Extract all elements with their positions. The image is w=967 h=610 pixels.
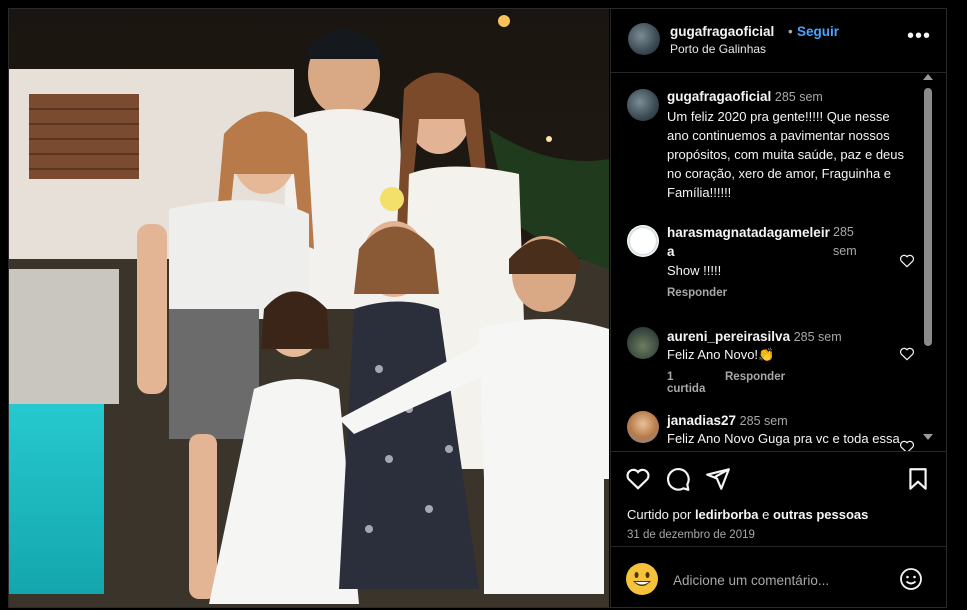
author-username[interactable]: gugafragaoficial — [670, 24, 774, 39]
likes-others[interactable]: outras pessoas — [773, 507, 868, 522]
separator-dot: • — [788, 24, 793, 39]
comment-header: janadias27 285 sem — [667, 411, 907, 431]
post-side-panel: gugafragaoficial • Seguir Porto de Galin… — [610, 9, 946, 607]
comment-input[interactable] — [671, 569, 895, 591]
comment-text: Feliz Ano Novo Guga pra vc e toda essa f… — [667, 431, 900, 451]
author-avatar[interactable] — [628, 23, 660, 55]
post-date[interactable]: 31 de dezembro de 2019 — [627, 529, 755, 541]
likes-mid: e — [762, 507, 770, 522]
add-comment-bar — [611, 546, 946, 607]
post-actions: Curtido por ledirborba e outras pessoas … — [611, 451, 946, 547]
comment-avatar[interactable] — [627, 225, 659, 257]
comment-avatar[interactable] — [627, 411, 659, 443]
post-modal: gugafragaoficial • Seguir Porto de Galin… — [8, 8, 947, 608]
scroll-up-arrow-icon[interactable] — [923, 74, 933, 80]
comment-time: 285 sem — [739, 414, 788, 428]
comment-header: aureni_pereirasilva 285 sem — [667, 327, 907, 347]
comment-text: Show !!!!! — [667, 263, 722, 278]
caption-body: gugafragaoficial 285 sem Um feliz 2020 p… — [667, 87, 907, 202]
post-header: gugafragaoficial • Seguir Porto de Galin… — [611, 9, 946, 73]
likes-user[interactable]: ledirborba — [695, 507, 759, 522]
scroll-down-arrow-icon[interactable] — [923, 434, 933, 440]
comment-username[interactable]: janadias27 — [667, 413, 736, 428]
comment-username[interactable]: aureni_pereirasilva — [667, 329, 790, 344]
caption-text: Um feliz 2020 pra gente!!!!! Que nesse a… — [667, 109, 905, 200]
comment-username[interactable]: harasmagnatadagameleira — [667, 225, 830, 259]
post-photo[interactable] — [9, 9, 609, 607]
reply-button[interactable]: Responder — [725, 371, 785, 383]
comments-scrollbar[interactable] — [921, 70, 935, 442]
comment-time: 285 sem — [793, 330, 842, 344]
post-location[interactable]: Porto de Galinhas — [670, 42, 766, 56]
share-icon[interactable] — [705, 466, 731, 492]
caption-username[interactable]: gugafragaoficial — [667, 89, 771, 104]
bookmark-icon[interactable] — [905, 466, 931, 492]
comment-text: Feliz Ano Novo!👏 — [667, 347, 775, 362]
family-photo-illustration — [9, 9, 609, 607]
heart-icon[interactable] — [625, 466, 651, 492]
comment-like-heart-icon[interactable] — [899, 253, 915, 269]
emoji-picker-icon[interactable] — [899, 567, 923, 591]
reply-button[interactable]: Responder — [667, 287, 727, 299]
more-icon[interactable]: ••• — [907, 26, 931, 51]
comment-avatar[interactable] — [627, 327, 659, 359]
follow-button[interactable]: Seguir — [797, 24, 839, 39]
likes-prefix: Curtido por — [627, 507, 692, 522]
comment-icon[interactable] — [665, 466, 691, 492]
comments-list[interactable]: gugafragaoficial 285 sem Um feliz 2020 p… — [611, 73, 946, 451]
caption-avatar[interactable] — [627, 89, 659, 121]
comment-time: 285 sem — [833, 225, 857, 258]
comment-like-heart-icon[interactable] — [899, 346, 915, 362]
scrollbar-thumb[interactable] — [924, 88, 932, 346]
caption-time: 285 sem — [774, 90, 823, 104]
emoji-icon[interactable] — [625, 562, 659, 596]
comment-like-heart-icon[interactable] — [899, 439, 915, 451]
comment-header: harasmagnatadagameleira — [667, 223, 832, 261]
comment-likes-count[interactable]: 1 curtida — [667, 371, 705, 395]
likes-summary[interactable]: Curtido por ledirborba e outras pessoas — [627, 507, 868, 522]
